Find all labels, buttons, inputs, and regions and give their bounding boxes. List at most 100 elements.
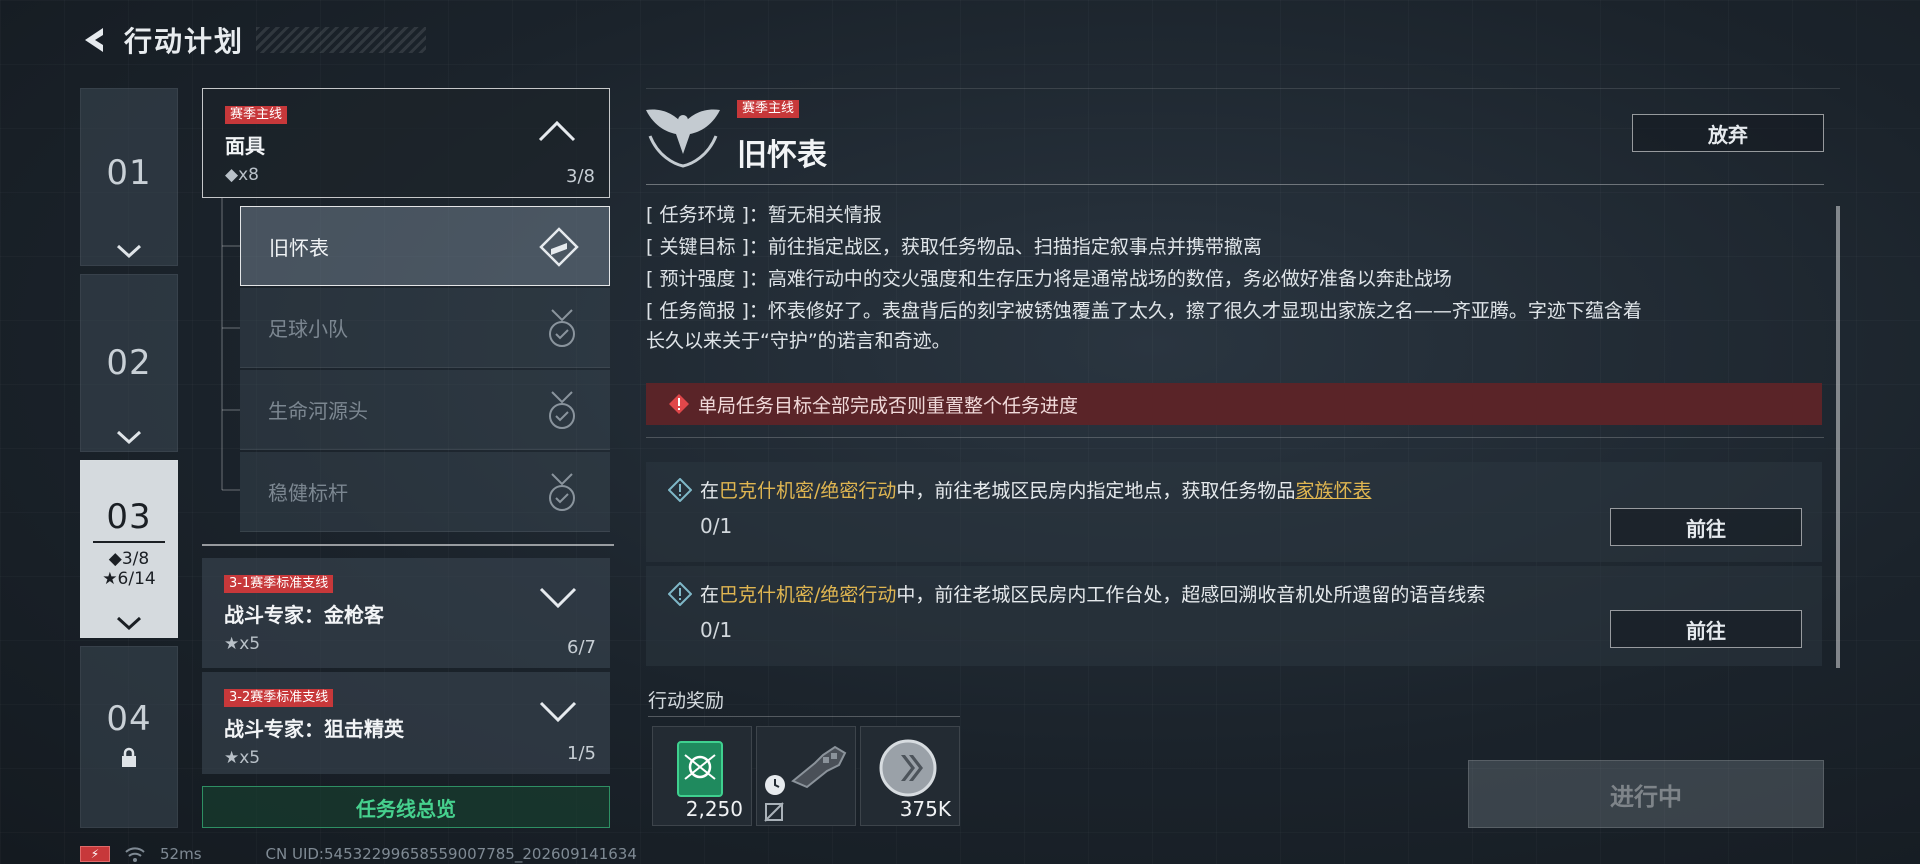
objective-mode-link[interactable]: 巴克什机密/绝密行动: [719, 584, 896, 606]
uid-text: CN UID:545322996585590077​85_20260914163…: [265, 845, 637, 863]
detail-separator: [646, 437, 1824, 438]
detail-top-line: [646, 88, 1840, 89]
drone-card-icon: [677, 741, 723, 797]
info-key: [ 任务环境 ]: [646, 204, 749, 226]
chevron-down-icon: [116, 244, 142, 259]
sub-item-river-source[interactable]: 生命河源头: [240, 370, 610, 450]
info-key: [ 任务简报 ]: [646, 300, 749, 322]
chapter-01[interactable]: 01: [80, 88, 178, 266]
chevron-down-icon: [116, 430, 142, 445]
eagle-emblem-icon: [646, 109, 720, 168]
lock-icon: [122, 747, 136, 767]
sub-item-label: 生命河源头: [268, 399, 368, 423]
chevron-down-icon: [539, 587, 577, 609]
battery-charging-icon: ⚡: [80, 846, 110, 862]
objective-diamond-icon: [668, 582, 692, 606]
info-value: ：高难行动中的交火强度和生存压力将是通常战场的数倍，务必做好准备以奔赴战场: [748, 268, 1452, 290]
objective-progress: 0/1: [700, 514, 733, 538]
chapter-03[interactable]: 03 ◆3/8 ★6/14: [80, 460, 178, 638]
sub-item-label: 稳健标杆: [268, 481, 348, 505]
info-value: ：怀表修好了。表盘背后的刻字被锈蚀覆盖了太久，擦了很久才显现出家族之名——齐亚腾…: [748, 300, 1642, 322]
objective-prefix: 在: [700, 584, 720, 606]
chapter-04[interactable]: 04: [80, 646, 178, 828]
chapter-underline: [93, 541, 165, 543]
warning-text: 单局任务目标全部完成否则重置整个任务进度: [698, 394, 1079, 417]
armored-glove-icon: [791, 745, 847, 789]
mission-group-branch-3-1[interactable]: 3-1赛季标准支线 战斗专家：金枪客 ★x5 6/7: [202, 558, 610, 668]
sub-item-football-team[interactable]: 足球小队: [240, 288, 610, 368]
info-value: ：暂无相关情报: [748, 204, 882, 226]
objective-prefix: 在: [700, 480, 720, 502]
abandon-button[interactable]: 放弃: [1632, 114, 1824, 152]
reward-quantity: 2,250: [685, 797, 743, 821]
sub-item-label: 旧怀表: [269, 235, 329, 260]
chapter-number: 03: [106, 497, 152, 537]
header: 行动计划: [78, 18, 427, 62]
title-decoration: [256, 27, 427, 53]
mission-tag: 赛季主线: [225, 106, 288, 124]
medal-check-icon: [549, 473, 575, 511]
medal-check-icon: [549, 309, 575, 347]
mission-group-reward: ◆x8: [225, 165, 259, 185]
mission-tag: 3-1赛季标准支线: [224, 575, 334, 593]
info-key-goal: [ 关键目标 ]：前往指定战区，获取任务物品、扫描指定叙事点并携带撤离: [646, 232, 1822, 262]
mission-group-branch-3-2[interactable]: 3-2赛季标准支线 战斗专家：狙击精英 ★x5 1/5: [202, 672, 610, 774]
chapter-number: 04: [106, 699, 152, 739]
page-title: 行动计划: [124, 25, 245, 58]
chevron-down-icon: [539, 701, 577, 723]
info-key: [ 预计强度 ]: [646, 268, 749, 290]
wifi-icon: [125, 847, 145, 862]
mission-group-count: 6/7: [567, 637, 596, 658]
mission-group-main[interactable]: 赛季主线 面具 ◆x8 3/8: [202, 88, 610, 198]
reward-item-3[interactable]: 375K: [860, 726, 960, 826]
reward-quantity: 375K: [899, 797, 951, 821]
mission-line-overview-button[interactable]: 任务线总览: [202, 786, 610, 828]
target-diamond-icon: [539, 227, 579, 267]
tree-connector: [221, 198, 240, 491]
objective-text: 在巴克什机密/绝密行动中，前往老城区民房内工作台处，超感回溯收音机处所遗留的语音…: [700, 580, 1485, 607]
objective-text: 在巴克什机密/绝密行动中，前往老城区民房内指定地点，获取任务物品家族怀表: [700, 476, 1371, 503]
chapter-diamond-progress: ◆3/8: [108, 549, 150, 569]
sub-item-steady-benchmark[interactable]: 稳健标杆: [240, 452, 610, 532]
detail-scrollbar[interactable]: [1836, 206, 1840, 668]
timer-icon: [765, 775, 785, 795]
rewards-underline: [648, 716, 960, 717]
info-intensity: [ 预计强度 ]：高难行动中的交火强度和生存压力将是通常战场的数倍，务必做好准备…: [646, 264, 1822, 294]
goto-button[interactable]: 前往: [1610, 508, 1802, 546]
status-bar: ⚡ 52ms CN UID:545322996585590077​85_2026…: [80, 844, 637, 864]
objective-body: 中，前往老城区民房内工作台处，超感回溯收音机处所遗留的语音线索: [896, 584, 1486, 606]
objective-progress: 0/1: [700, 618, 733, 642]
ping-text: 52ms: [160, 845, 202, 863]
no-trade-icon: [764, 802, 784, 822]
in-progress-button[interactable]: 进行中: [1468, 760, 1824, 828]
chapter-stats: ◆3/8 ★6/14: [102, 549, 155, 589]
reward-item-2[interactable]: [756, 726, 856, 826]
warning-bar: 单局任务目标全部完成否则重置整个任务进度: [646, 383, 1822, 425]
mission-group-reward: ★x5: [224, 634, 261, 654]
objective-item-link[interactable]: 家族怀表: [1295, 480, 1371, 502]
objective-mode-link[interactable]: 巴克什机密/绝密行动: [719, 480, 896, 502]
list-divider: [202, 544, 614, 546]
chapter-number: 02: [106, 343, 152, 383]
back-arrow-icon: [85, 28, 103, 52]
mission-tag: 3-2赛季标准支线: [224, 689, 334, 707]
info-value-continued: 长久以来关于“守护”的诺言和奇迹。: [646, 330, 951, 352]
reward-item-1[interactable]: 2,250: [652, 726, 752, 826]
detail-separator: [646, 184, 1824, 185]
warning-diamond-icon: [669, 394, 689, 414]
info-key: [ 关键目标 ]: [646, 236, 749, 258]
objective-body: 中，前往老城区民房内指定地点，获取任务物品: [896, 480, 1296, 502]
mission-group-count: 3/8: [566, 166, 595, 187]
detail-tag: 赛季主线: [737, 100, 800, 118]
chapter-star-progress: ★6/14: [102, 569, 156, 589]
back-button[interactable]: [78, 22, 114, 58]
chapter-number: 01: [106, 153, 152, 193]
sub-item-old-pocket-watch[interactable]: 旧怀表: [240, 206, 610, 286]
info-briefing: [ 任务简报 ]：怀表修好了。表盘背后的刻字被锈蚀覆盖了太久，擦了很久才显现出家…: [646, 296, 1822, 356]
info-environment: [ 任务环境 ]：暂无相关情报: [646, 200, 1822, 230]
info-value: ：前往指定战区，获取任务物品、扫描指定叙事点并携带撤离: [748, 236, 1262, 258]
chapter-02[interactable]: 02: [80, 274, 178, 452]
rewards-label: 行动奖励: [648, 690, 725, 712]
goto-button[interactable]: 前往: [1610, 610, 1802, 648]
detail-title: 旧怀表: [737, 138, 827, 173]
